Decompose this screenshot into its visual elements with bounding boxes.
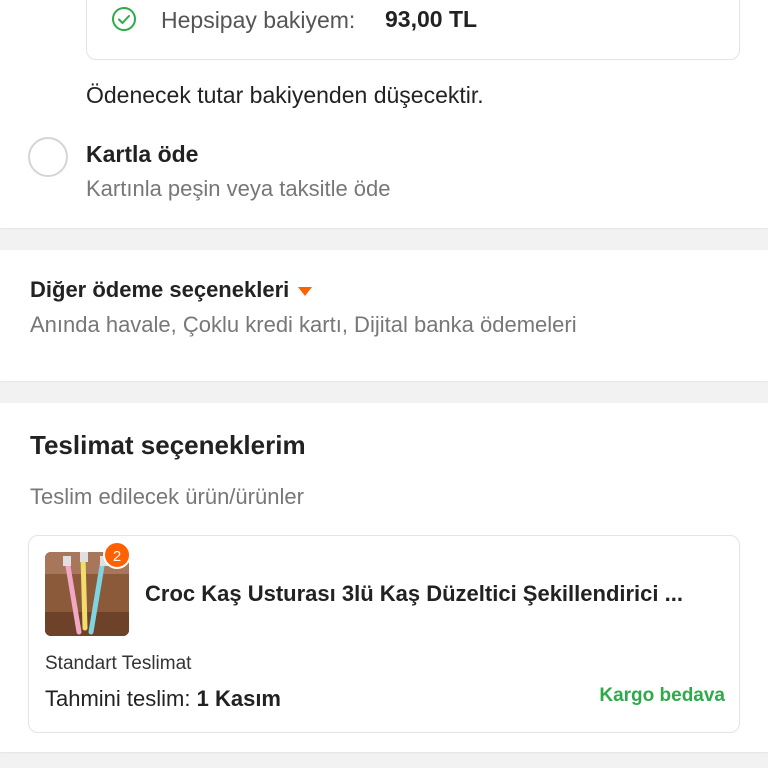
- balance-value: 93,00 TL: [385, 6, 478, 32]
- shipping-type: Standart Teslimat: [45, 653, 192, 674]
- product-name[interactable]: Croc Kaş Usturası 3lü Kaş Düzeltici Şeki…: [145, 581, 725, 607]
- balance-label: Hepsipay bakiyem:: [161, 7, 356, 33]
- checkout-page: Hepsipay bakiyem: 93,00 TL Ödenecek tuta…: [0, 0, 768, 768]
- payment-section: Hepsipay bakiyem: 93,00 TL Ödenecek tuta…: [0, 0, 768, 228]
- delivery-title: Teslimat seçeneklerim: [30, 430, 306, 460]
- free-shipping-label: Kargo bedava: [599, 685, 725, 706]
- card-payment-subtitle: Kartınla peşin veya taksitle öde: [86, 176, 391, 201]
- triangle-down-icon: [298, 286, 313, 296]
- estimate-date: 1 Kasım: [196, 686, 281, 711]
- other-options-title: Diğer ödeme seçenekleri: [30, 277, 290, 302]
- hepsipay-balance-box[interactable]: Hepsipay bakiyem: 93,00 TL: [86, 0, 740, 60]
- estimated-delivery: Tahmini teslim: 1 Kasım: [45, 686, 281, 712]
- delivery-subtitle: Teslim edilecek ürün/ürünler: [30, 484, 304, 509]
- other-options-subtitle: Anında havale, Çoklu kredi kartı, Dijita…: [30, 312, 577, 337]
- other-payment-options[interactable]: Diğer ödeme seçenekleri Anında havale, Ç…: [0, 250, 768, 381]
- estimate-label: Tahmini teslim:: [45, 686, 191, 711]
- delivery-section: Teslimat seçeneklerim Teslim edilecek ür…: [0, 403, 768, 752]
- card-payment-title[interactable]: Kartla öde: [86, 141, 198, 168]
- delivery-product-card[interactable]: 2 Croc Kaş Usturası 3lü Kaş Düzeltici Şe…: [28, 535, 740, 733]
- check-circle-icon: [111, 6, 137, 32]
- other-options-toggle[interactable]: Diğer ödeme seçenekleri: [30, 277, 313, 303]
- card-payment-radio[interactable]: [28, 137, 68, 177]
- quantity-badge: 2: [103, 541, 131, 569]
- deduct-note: Ödenecek tutar bakiyenden düşecektir.: [86, 82, 484, 108]
